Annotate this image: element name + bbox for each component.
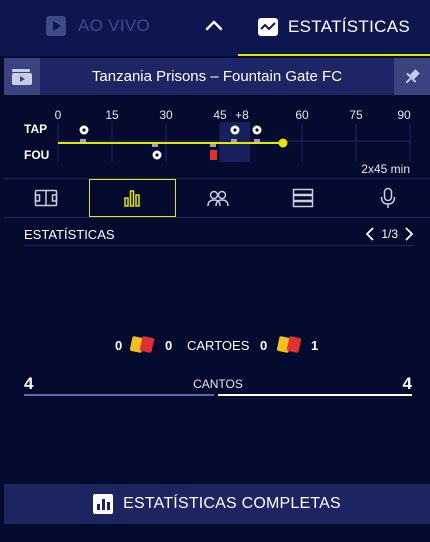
tab-commentary[interactable]	[345, 179, 430, 217]
chevron-left-icon[interactable]	[365, 227, 375, 241]
bar-chart-icon	[124, 190, 140, 207]
goal-icon	[79, 125, 89, 135]
stats-bars-icon	[93, 494, 114, 514]
home-red-count: 0	[165, 338, 173, 353]
tab-lineup-field[interactable]	[4, 179, 89, 217]
full-stats-label: ESTATÍSTICAS COMPLETAS	[123, 495, 341, 512]
red-card-event	[210, 150, 217, 160]
goal-icon	[152, 150, 162, 160]
goal-icon	[252, 125, 262, 135]
list-icon	[292, 188, 314, 208]
stats-pager: 1/3	[365, 227, 414, 241]
tab-statistics-label: ESTATÍSTICAS	[288, 17, 410, 36]
stats-view-tabs	[4, 178, 430, 218]
tab-live[interactable]: AO VIVO	[0, 0, 190, 52]
chevron-right-icon[interactable]	[404, 227, 414, 241]
corners-label: CANTOS	[193, 377, 243, 391]
match-video-button[interactable]	[4, 58, 40, 95]
field-icon	[35, 189, 58, 207]
away-yellow-count: 0	[260, 338, 268, 353]
match-header: Tanzania Prisons – Fountain Gate FC	[4, 58, 430, 95]
current-minute-marker	[278, 138, 288, 148]
tab-statistics[interactable]: ESTATÍSTICAS	[238, 0, 430, 56]
microphone-icon	[380, 187, 395, 208]
stats-section-label: ESTATÍSTICAS	[24, 226, 115, 242]
away-corners: 4	[402, 374, 412, 393]
pin-button[interactable]	[394, 58, 430, 95]
tab-players[interactable]	[176, 179, 261, 217]
goal-icon	[230, 125, 240, 135]
stats-chart-icon	[258, 18, 278, 36]
tab-live-label: AO VIVO	[78, 16, 151, 35]
cards-label: CARTOES	[187, 338, 250, 353]
top-tab-bar: AO VIVO ESTATÍSTICAS	[0, 0, 430, 56]
red-card-icon	[139, 335, 155, 354]
match-title: Tanzania Prisons – Fountain Gate FC	[91, 68, 343, 85]
tab-bar-stats[interactable]	[88, 179, 176, 217]
chevron-up-icon[interactable]	[204, 16, 224, 36]
stats-section-header: ESTATÍSTICAS 1/3	[24, 226, 414, 246]
full-stats-button[interactable]: ESTATÍSTICAS COMPLETAS	[4, 484, 430, 524]
home-corners-bar	[24, 394, 214, 396]
away-corners-bar	[218, 394, 412, 396]
home-yellow-count: 0	[115, 338, 123, 353]
stat-row-cards: 0 0 CARTOES 0 1	[0, 334, 430, 356]
play-icon	[46, 16, 66, 36]
video-icon	[12, 68, 32, 85]
page-indicator: 1/3	[381, 227, 398, 241]
players-icon	[207, 190, 229, 207]
match-timeline: 0 15 30 45 +8 60 75 90 TAP FOU 2x45 min	[0, 100, 430, 178]
away-red-count: 1	[311, 338, 319, 353]
match-duration: 2x45 min	[361, 162, 410, 176]
pin-icon	[405, 68, 420, 83]
red-card-icon	[286, 335, 302, 354]
tab-standings[interactable]	[260, 179, 345, 217]
